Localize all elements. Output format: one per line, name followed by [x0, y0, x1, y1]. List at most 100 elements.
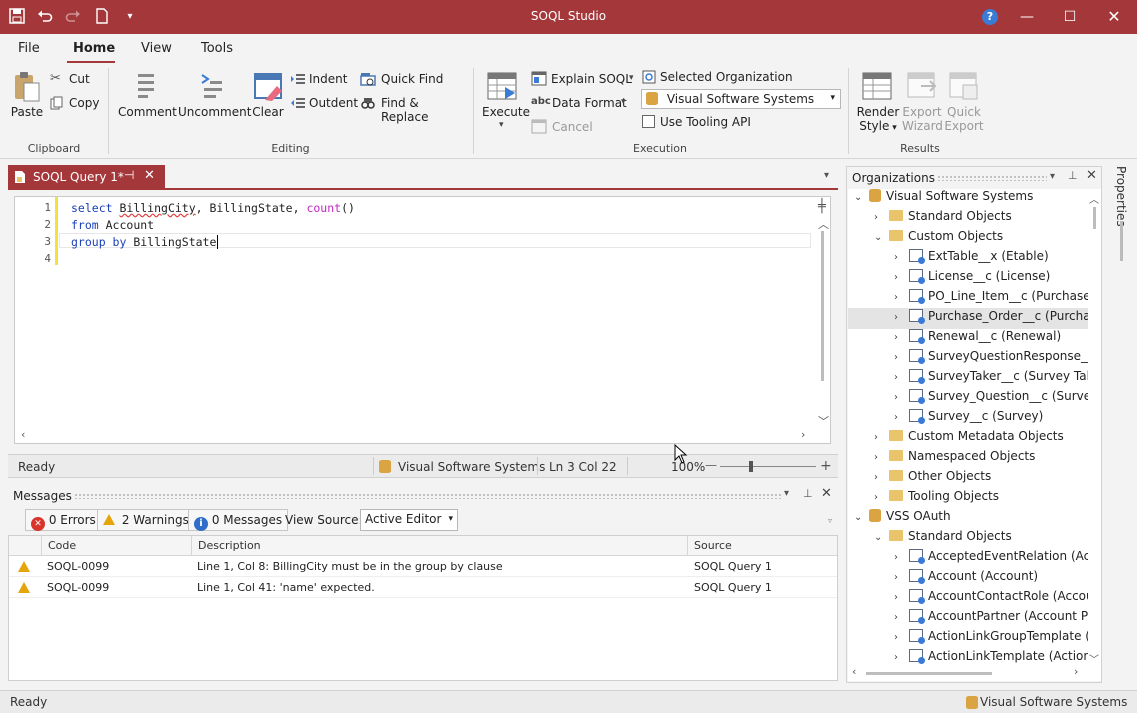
copy-button[interactable]: Copy — [50, 95, 110, 113]
panel-grip[interactable] — [74, 493, 782, 499]
data-format-button[interactable]: abc Data Format ▾ — [531, 95, 631, 113]
properties-label[interactable]: Properties — [1114, 166, 1128, 227]
tree-node-object[interactable]: ›AcceptedEventRelation (Accep — [894, 549, 1088, 569]
scrollbar-thumb[interactable] — [866, 672, 992, 675]
zoom-in-icon[interactable]: + — [820, 458, 832, 474]
tree-node-folder[interactable]: › Namespaced Objects — [874, 449, 1035, 469]
minimize-button[interactable]: — — [1004, 0, 1050, 34]
close-icon[interactable]: ✕ — [1086, 168, 1097, 183]
scroll-left-icon[interactable]: ‹ — [852, 665, 856, 678]
properties-side-tab[interactable]: Properties — [1108, 166, 1137, 683]
scroll-down-icon[interactable]: ﹀ — [1089, 651, 1099, 666]
scroll-down-icon[interactable]: ﹀ — [818, 413, 829, 429]
tree-node-folder[interactable]: ⌄ Standard Objects — [874, 529, 1012, 549]
tab-home[interactable]: Home — [73, 41, 115, 56]
warnings-filter-button[interactable]: 2 Warnings — [97, 509, 195, 531]
tree-node-object[interactable]: › Survey__c (Survey) — [894, 409, 1043, 429]
tree-node-org[interactable]: ⌄ Visual Software Systems — [854, 189, 1033, 209]
maximize-button[interactable]: ☐ — [1047, 0, 1093, 34]
zoom-slider-thumb[interactable] — [749, 461, 753, 472]
tree-node-object[interactable]: ›PO_Line_Item__c (Purchase Or — [894, 289, 1088, 309]
clear-button[interactable]: Clear — [250, 70, 286, 122]
panel-menu-chevron-icon[interactable]: ▾ — [784, 488, 789, 499]
tree-node-folder[interactable]: › Standard Objects — [874, 209, 1012, 229]
scroll-up-icon[interactable]: ︿ — [1089, 191, 1099, 206]
zoom-slider-track[interactable] — [720, 466, 816, 467]
close-window-button[interactable]: ✕ — [1091, 0, 1137, 34]
view-source-select[interactable]: Active Editor ▾ — [360, 509, 458, 531]
help-icon[interactable]: ? — [982, 9, 998, 25]
tree-node-object[interactable]: ›Survey_Question__c (Survey C — [894, 389, 1088, 409]
horizontal-scrollbar[interactable]: ‹ › — [15, 428, 815, 443]
table-row[interactable]: SOQL-0099 Line 1, Col 8: BillingCity mus… — [9, 556, 837, 577]
outdent-button[interactable]: Outdent — [290, 95, 358, 113]
tree-node-object[interactable]: › Account (Account) — [894, 569, 1038, 589]
panel-menu-chevron-icon[interactable]: ▾ — [1050, 171, 1055, 182]
errors-filter-button[interactable]: ✕ 0 Errors — [25, 509, 102, 531]
split-icon[interactable]: ╪ — [818, 199, 826, 214]
messages-filter-button[interactable]: i 0 Messages — [188, 509, 289, 531]
undo-icon[interactable] — [36, 8, 54, 26]
soql-editor[interactable]: 1 2 3 4 select BillingCity, BillingState… — [14, 196, 831, 444]
scrollbar-thumb[interactable] — [1093, 207, 1096, 229]
tree-node-object[interactable]: › License__c (License) — [894, 269, 1050, 289]
tree-node-object[interactable]: › AccountPartner (Account Part — [894, 609, 1088, 629]
uncomment-button[interactable]: Uncomment — [178, 70, 251, 122]
indent-button[interactable]: Indent — [290, 71, 356, 89]
scroll-left-icon[interactable]: ‹ — [21, 428, 25, 441]
panel-grip[interactable] — [937, 175, 1047, 181]
toolbar-overflow-icon[interactable]: ▿ — [828, 516, 832, 525]
use-tooling-api-checkbox[interactable]: Use Tooling API — [642, 114, 762, 132]
column-header-code[interactable]: Code — [41, 536, 191, 556]
organization-select[interactable]: Visual Software Systems ▾ — [641, 89, 841, 109]
zoom-out-icon[interactable]: — — [705, 458, 717, 472]
table-row[interactable]: SOQL-0099 Line 1, Col 41: 'name' expecte… — [9, 577, 837, 598]
tree-node-folder[interactable]: ⌄ Custom Objects — [874, 229, 1003, 249]
scroll-up-icon[interactable]: ︿ — [818, 216, 829, 232]
explain-soql-button[interactable]: Explain SOQL ▾ — [531, 71, 639, 89]
tab-tools[interactable]: Tools — [201, 41, 233, 56]
comment-button[interactable]: Comment — [118, 70, 177, 122]
tree-node-object[interactable]: ›AccountContactRole (Account — [894, 589, 1088, 609]
tree-node-org[interactable]: ⌄ VSS OAuth — [854, 509, 951, 529]
tree-node-object[interactable]: › Renewal__c (Renewal) — [894, 329, 1061, 349]
checkbox-box[interactable] — [642, 115, 655, 128]
quick-find-button[interactable]: Quick Find — [360, 71, 460, 89]
new-document-icon[interactable] — [93, 8, 111, 26]
tree-node-folder[interactable]: › Tooling Objects — [874, 489, 999, 509]
close-icon[interactable]: ✕ — [821, 486, 832, 501]
tab-file[interactable]: File — [18, 41, 40, 56]
tree-node-object[interactable]: › ActionLinkGroupTemplate (Ac — [894, 629, 1088, 649]
cut-button[interactable]: ✂ Cut — [50, 71, 110, 89]
close-icon[interactable]: ✕ — [144, 168, 155, 183]
document-list-chevron-icon[interactable]: ▾ — [824, 170, 829, 181]
find-replace-button[interactable]: Find & Replace — [360, 95, 470, 124]
column-header-source[interactable]: Source — [687, 536, 837, 556]
tree-node-folder[interactable]: › Other Objects — [874, 469, 991, 489]
tab-soql-query-1[interactable]: SOQL Query 1* ⊣ ✕ — [8, 165, 165, 189]
column-header-description[interactable]: Description — [191, 536, 687, 556]
pin-icon[interactable]: ⊥ — [803, 487, 813, 500]
organization-tree[interactable]: ⌄ Visual Software Systems › Standard Objec… — [848, 189, 1088, 665]
tree-node-object[interactable]: › ActionLinkTemplate (Action Li — [894, 649, 1088, 665]
tree-node-folder[interactable]: › Custom Metadata Objects — [874, 429, 1064, 449]
tree-vertical-scrollbar[interactable]: ︿ ﹀ — [1088, 189, 1101, 666]
pin-icon[interactable]: ⊥ — [1068, 169, 1078, 182]
execute-button[interactable]: Execute ▾ — [482, 70, 530, 136]
scroll-right-icon[interactable]: › — [801, 428, 805, 441]
scroll-right-icon[interactable]: › — [1074, 665, 1078, 678]
tab-view[interactable]: View — [141, 41, 172, 56]
tree-node-object[interactable]: › ExtTable__x (Etable) — [894, 249, 1049, 269]
customize-quick-access-icon[interactable]: ▾ — [121, 8, 139, 26]
tree-node-object[interactable]: ›SurveyTaker__c (Survey Taken) — [894, 369, 1088, 389]
tree-node-object-selected[interactable]: › Purchase_Order__c (Purchase — [894, 309, 1088, 329]
vertical-scrollbar[interactable]: ╪ ︿ ﹀ — [816, 199, 830, 431]
pin-icon[interactable]: ⊣ — [124, 168, 134, 182]
column-header-icon[interactable] — [9, 536, 41, 556]
tree-node-object[interactable]: ›SurveyQuestionResponse__c ( — [894, 349, 1088, 369]
render-style-button[interactable]: Render Style ▾ — [856, 70, 900, 136]
save-icon[interactable] — [8, 8, 26, 26]
tree-horizontal-scrollbar[interactable]: ‹ › — [848, 665, 1101, 681]
scrollbar-thumb[interactable] — [821, 231, 824, 381]
paste-button[interactable]: Paste — [10, 70, 44, 122]
